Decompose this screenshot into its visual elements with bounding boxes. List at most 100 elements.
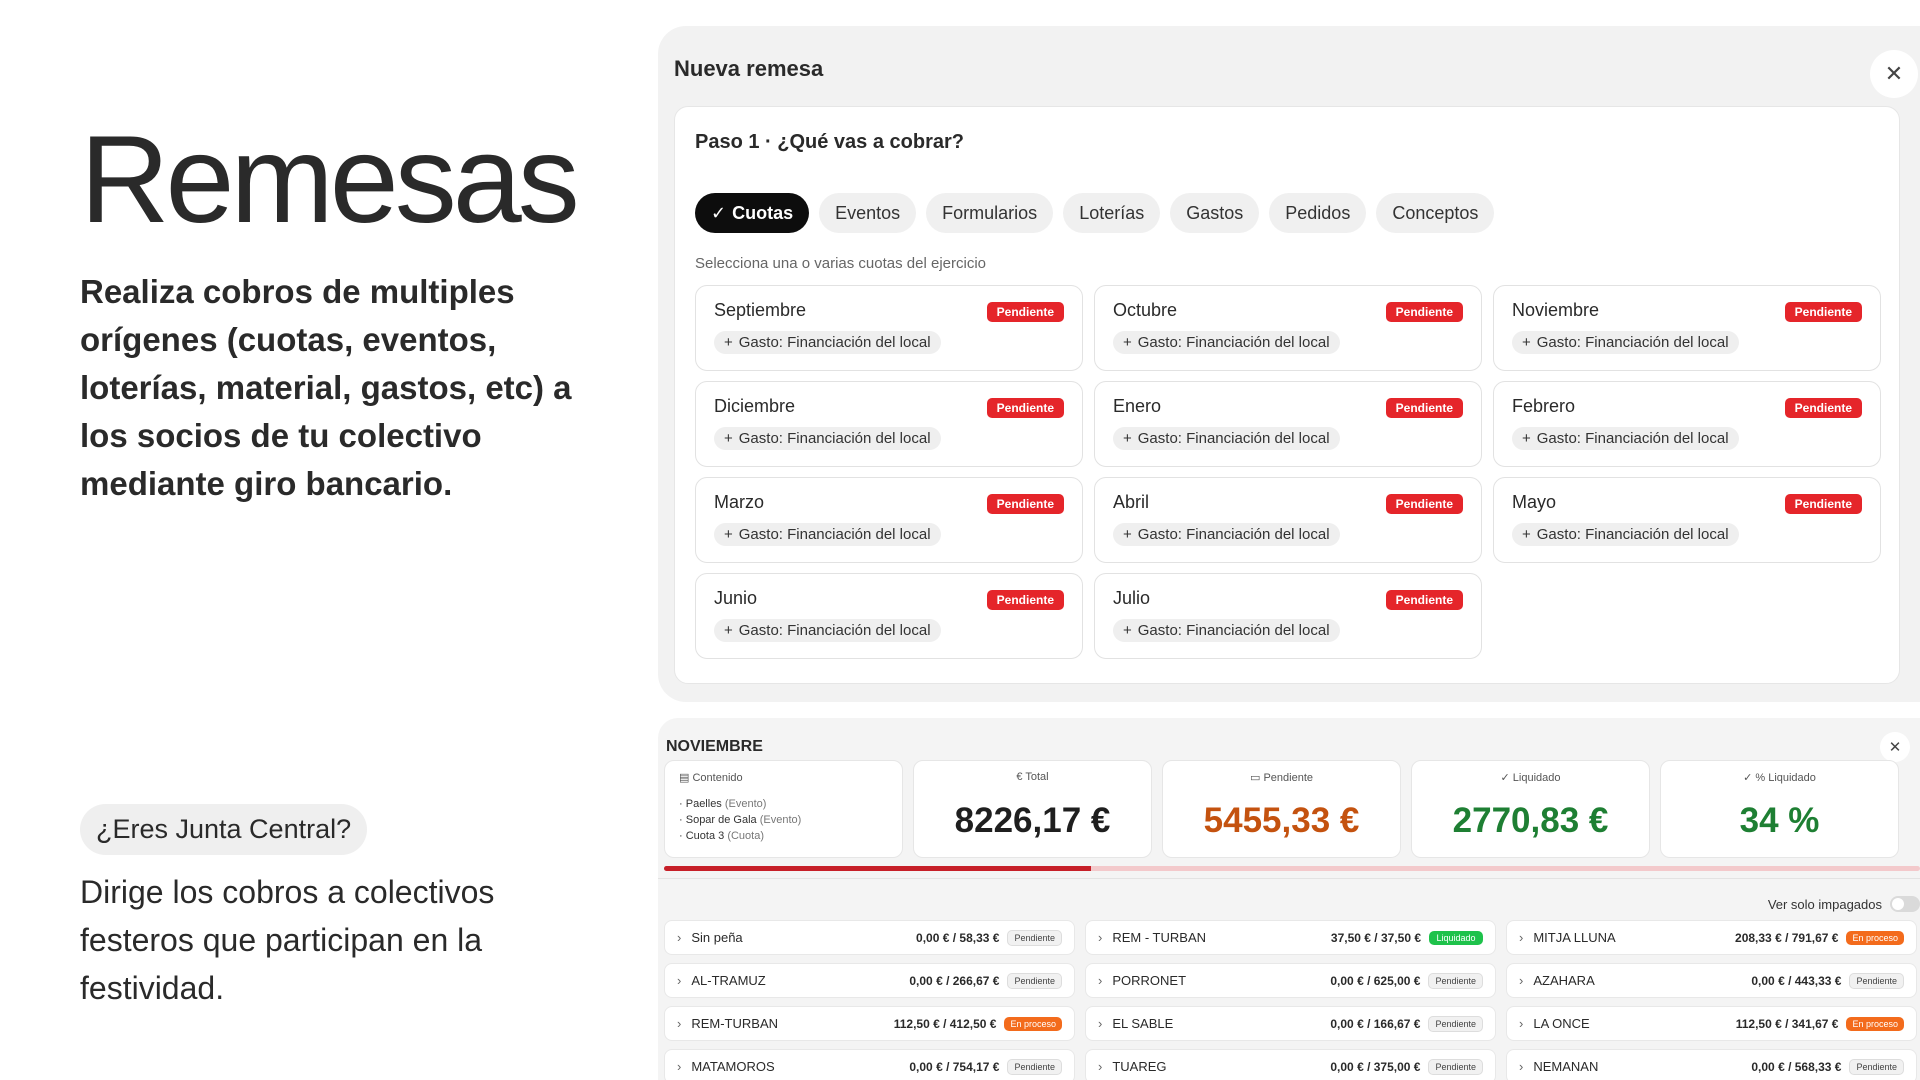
gasto-label: Gasto: Financiación del local	[1536, 526, 1729, 543]
chevron-right-icon: ›	[1519, 1016, 1524, 1031]
chevron-right-icon: ›	[677, 1059, 682, 1074]
group-row[interactable]: › EL SABLE 0,00 € / 166,67 € Pendiente	[1085, 1006, 1496, 1041]
stat-value: 8226,17 €	[954, 801, 1111, 840]
gasto-label: Gasto: Financiación del local	[738, 526, 931, 543]
group-row[interactable]: › PORRONET 0,00 € / 625,00 € Pendiente	[1085, 963, 1496, 998]
plus-icon: +	[724, 430, 733, 447]
stat-card-liquidado: ✓ Liquidado 2770,83 €	[1411, 760, 1650, 858]
chevron-right-icon: ›	[1098, 973, 1103, 988]
progress-fill	[664, 866, 1092, 871]
cuota-card-marzo[interactable]: Marzo Pendiente + Gasto: Financiación del l…	[695, 477, 1083, 563]
status-badge: Pendiente	[1784, 494, 1862, 514]
bullet: ·	[679, 798, 686, 810]
euro-icon: €	[1016, 771, 1026, 783]
group-row[interactable]: › AZAHARA 0,00 € / 443,33 € Pendiente	[1506, 963, 1917, 998]
junta-central-pill: ¿Eres Junta Central?	[80, 804, 368, 855]
add-gasto-chip[interactable]: + Gasto: Financiación del local	[714, 523, 941, 546]
cuota-card-enero[interactable]: Enero Pendiente + Gasto: Financiación del l…	[1094, 381, 1482, 467]
group-row[interactable]: › NEMANAN 0,00 € / 568,33 € Pendiente	[1506, 1049, 1917, 1080]
group-status-badge: Pendiente	[1849, 1058, 1904, 1075]
gasto-label: Gasto: Financiación del local	[1536, 334, 1729, 351]
group-row[interactable]: › TUAREG 0,00 € / 375,00 € Pendiente	[1085, 1049, 1496, 1080]
toggle-label: Ver solo impagados	[1767, 896, 1882, 912]
stat-card-total: € Total 8226,17 €	[913, 760, 1152, 858]
cuota-card-abril[interactable]: Abril Pendiente + Gasto: Financiación del l…	[1094, 477, 1482, 563]
chevron-right-icon: ›	[1098, 1059, 1103, 1074]
group-status-badge: En proceso	[1004, 1016, 1062, 1031]
group-name: REM-TURBAN	[691, 1016, 779, 1031]
impagados-toggle[interactable]	[1890, 896, 1920, 912]
group-row[interactable]: › MITJA LLUNA 208,33 € / 791,67 € En proces…	[1506, 920, 1917, 955]
hero-subtitle: Realiza cobros de multiples orígenes (cu…	[80, 273, 572, 502]
add-gasto-chip[interactable]: + Gasto: Financiación del local	[1512, 523, 1739, 546]
plus-icon: +	[1522, 430, 1531, 447]
add-gasto-chip[interactable]: + Gasto: Financiación del local	[714, 619, 941, 642]
tab-gastos[interactable]: Gastos	[1170, 193, 1260, 233]
panel-title: NOVIEMBRE	[666, 738, 763, 755]
group-status-badge: Pendiente	[1007, 972, 1062, 989]
add-gasto-chip[interactable]: + Gasto: Financiación del local	[1113, 523, 1340, 546]
check-icon: ✓	[711, 202, 727, 223]
tab-loterías[interactable]: Loterías	[1063, 193, 1161, 233]
status-badge: Pendiente	[986, 398, 1064, 418]
close-icon[interactable]: ✕	[1870, 50, 1918, 98]
close-icon[interactable]: ✕	[1880, 732, 1910, 762]
group-row[interactable]: › LA ONCE 112,50 € / 341,67 € En proceso	[1506, 1006, 1917, 1041]
cuota-card-julio[interactable]: Julio Pendiente + Gasto: Financiación del l…	[1094, 573, 1482, 659]
stat-label: ▭ Pendiente	[1163, 771, 1400, 784]
tab-pedidos[interactable]: Pedidos	[1269, 193, 1367, 233]
group-name: MITJA LLUNA	[1533, 930, 1616, 945]
cuota-card-mayo[interactable]: Mayo Pendiente + Gasto: Financiación del lo…	[1493, 477, 1881, 563]
cuota-card-octubre[interactable]: Octubre Pendiente + Gasto: Financiación del…	[1094, 285, 1482, 371]
group-row[interactable]: › REM-TURBAN 112,50 € / 412,50 € En proceso	[664, 1006, 1075, 1041]
group-row[interactable]: › Sin peña 0,00 € / 58,33 € Pendiente	[664, 920, 1075, 955]
add-gasto-chip[interactable]: + Gasto: Financiación del local	[714, 427, 941, 450]
add-gasto-chip[interactable]: + Gasto: Financiación del local	[1113, 427, 1340, 450]
stat-label-text: Total	[1025, 771, 1049, 783]
junta-central-description: Dirige los cobros a colectivos festeros …	[80, 874, 495, 1006]
cuota-card-diciembre[interactable]: Diciembre Pendiente + Gasto: Financiación d…	[695, 381, 1083, 467]
chevron-right-icon: ›	[677, 973, 682, 988]
chevron-right-icon: ›	[677, 1016, 682, 1031]
cuota-card-noviembre[interactable]: Noviembre Pendiente + Gasto: Financiación d…	[1493, 285, 1881, 371]
add-gasto-chip[interactable]: + Gasto: Financiación del local	[1113, 619, 1340, 642]
gasto-label: Gasto: Financiación del local	[738, 622, 931, 639]
tab-eventos[interactable]: Eventos	[819, 193, 917, 233]
contenido-item-name: Paelles	[685, 798, 722, 810]
step-card: Paso 1 · ¿Qué vas a cobrar? ✓ Cuotas Event…	[674, 106, 1900, 684]
status-badge: Pendiente	[1385, 302, 1463, 322]
plus-icon: +	[724, 526, 733, 543]
group-name: Sin peña	[691, 930, 743, 945]
cuota-card-junio[interactable]: Junio Pendiente + Gasto: Financiación del l…	[695, 573, 1083, 659]
chevron-right-icon: ›	[1098, 1016, 1103, 1031]
remesa-detail-panel: NOVIEMBRE ✕ ▤ Contenido · Paelles (Event…	[658, 718, 1920, 1080]
contenido-item-tag: (Cuota)	[727, 830, 765, 842]
group-status-badge: Pendiente	[1428, 1058, 1483, 1075]
contenido-item: · Paelles (Evento)	[679, 796, 888, 812]
cuota-card-septiembre[interactable]: Septiembre Pendiente + Gasto: Financiación …	[695, 285, 1083, 371]
group-row[interactable]: › AL-TRAMUZ 0,00 € / 266,67 € Pendiente	[664, 963, 1075, 998]
check-circle-icon: ✓	[1500, 772, 1513, 784]
add-gasto-chip[interactable]: + Gasto: Financiación del local	[1113, 331, 1340, 354]
group-row[interactable]: › REM - TURBAN 37,50 € / 37,50 € Liquidado	[1085, 920, 1496, 955]
status-badge: Pendiente	[986, 494, 1064, 514]
tab-label: Eventos	[835, 202, 901, 223]
chevron-right-icon: ›	[1098, 930, 1103, 945]
stat-label: € Total	[914, 771, 1151, 783]
plus-icon: +	[1123, 334, 1132, 351]
add-gasto-chip[interactable]: + Gasto: Financiación del local	[714, 331, 941, 354]
group-row[interactable]: › MATAMOROS 0,00 € / 754,17 € Pendiente	[664, 1049, 1075, 1080]
tab-cuotas[interactable]: ✓ Cuotas	[695, 193, 810, 233]
group-amount: 208,33 € / 791,67 €	[1735, 930, 1839, 945]
contenido-item: · Sopar de Gala (Evento)	[679, 812, 888, 828]
stat-value: 34 %	[1739, 801, 1820, 840]
cuota-card-febrero[interactable]: Febrero Pendiente + Gasto: Financiación del…	[1493, 381, 1881, 467]
tab-conceptos[interactable]: Conceptos	[1376, 193, 1495, 233]
list-icon: ▤	[679, 772, 690, 784]
tab-label: Cuotas	[732, 202, 794, 223]
add-gasto-chip[interactable]: + Gasto: Financiación del local	[1512, 331, 1739, 354]
plus-icon: +	[1123, 430, 1132, 447]
stat-card-liquidado: ✓ % Liquidado 34 %	[1660, 760, 1899, 858]
add-gasto-chip[interactable]: + Gasto: Financiación del local	[1512, 427, 1739, 450]
tab-formularios[interactable]: Formularios	[926, 193, 1054, 233]
